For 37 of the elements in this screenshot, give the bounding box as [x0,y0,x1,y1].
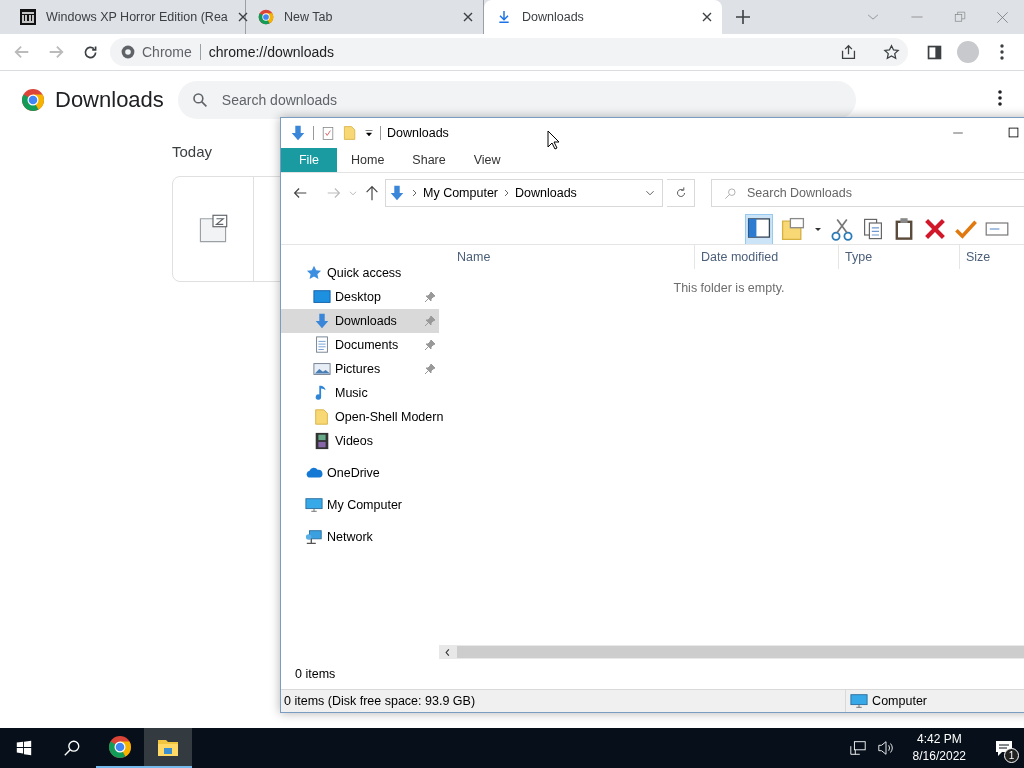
date-heading: Today [172,143,213,160]
nav-item[interactable]: Quick access [281,261,439,285]
ribbon-tab[interactable]: Home [337,148,399,172]
column-header[interactable]: Size [959,245,1019,269]
address-bar[interactable]: Chrome chrome://downloads [110,38,908,66]
nav-item[interactable]: Music [281,381,439,405]
page-title: Downloads [55,87,164,113]
nav-item[interactable]: Network [281,525,439,549]
column-header[interactable]: Date modified [694,245,838,269]
empty-folder-message: This folder is empty. [673,281,785,295]
breadcrumb[interactable]: Downloads [515,186,577,200]
nav-item[interactable]: Pictures [281,357,439,381]
nav-item[interactable]: Documents [281,333,439,357]
nav-item[interactable]: Downloads [281,309,439,333]
search-field[interactable]: Search Downloads [711,179,1024,207]
column-header[interactable]: Name [439,245,694,269]
browser-tab[interactable]: Downloads [484,0,722,34]
nav-item[interactable]: My Computer [281,493,439,517]
status-location: Computer [872,694,927,708]
clock-time: 4:42 PM [916,731,962,748]
status-text: 0 items (Disk free space: 93.9 GB) [284,694,476,708]
nav-item[interactable]: Videos [281,429,439,453]
address-field[interactable]: My Computer Downloads [385,179,663,207]
url-text: chrome://downloads [207,44,336,60]
item-count: 0 items [295,667,336,681]
search-field[interactable]: Search downloads [177,81,856,119]
window-title: Downloads [387,126,449,140]
nav-item[interactable]: OneDrive [281,461,439,485]
breadcrumb[interactable]: My Computer [423,186,499,200]
ribbon-tab[interactable]: Share [398,148,460,172]
ribbon-tab[interactable]: View [459,148,515,172]
column-header[interactable]: Type [838,245,959,269]
notification-badge: 1 [1004,748,1019,763]
site-label: Chrome [142,44,201,60]
browser-tab[interactable]: Windows XP Horror Edition (Rea [8,0,246,34]
clock-date: 8/16/2022 [912,748,966,765]
nav-item[interactable]: Desktop [281,285,439,309]
